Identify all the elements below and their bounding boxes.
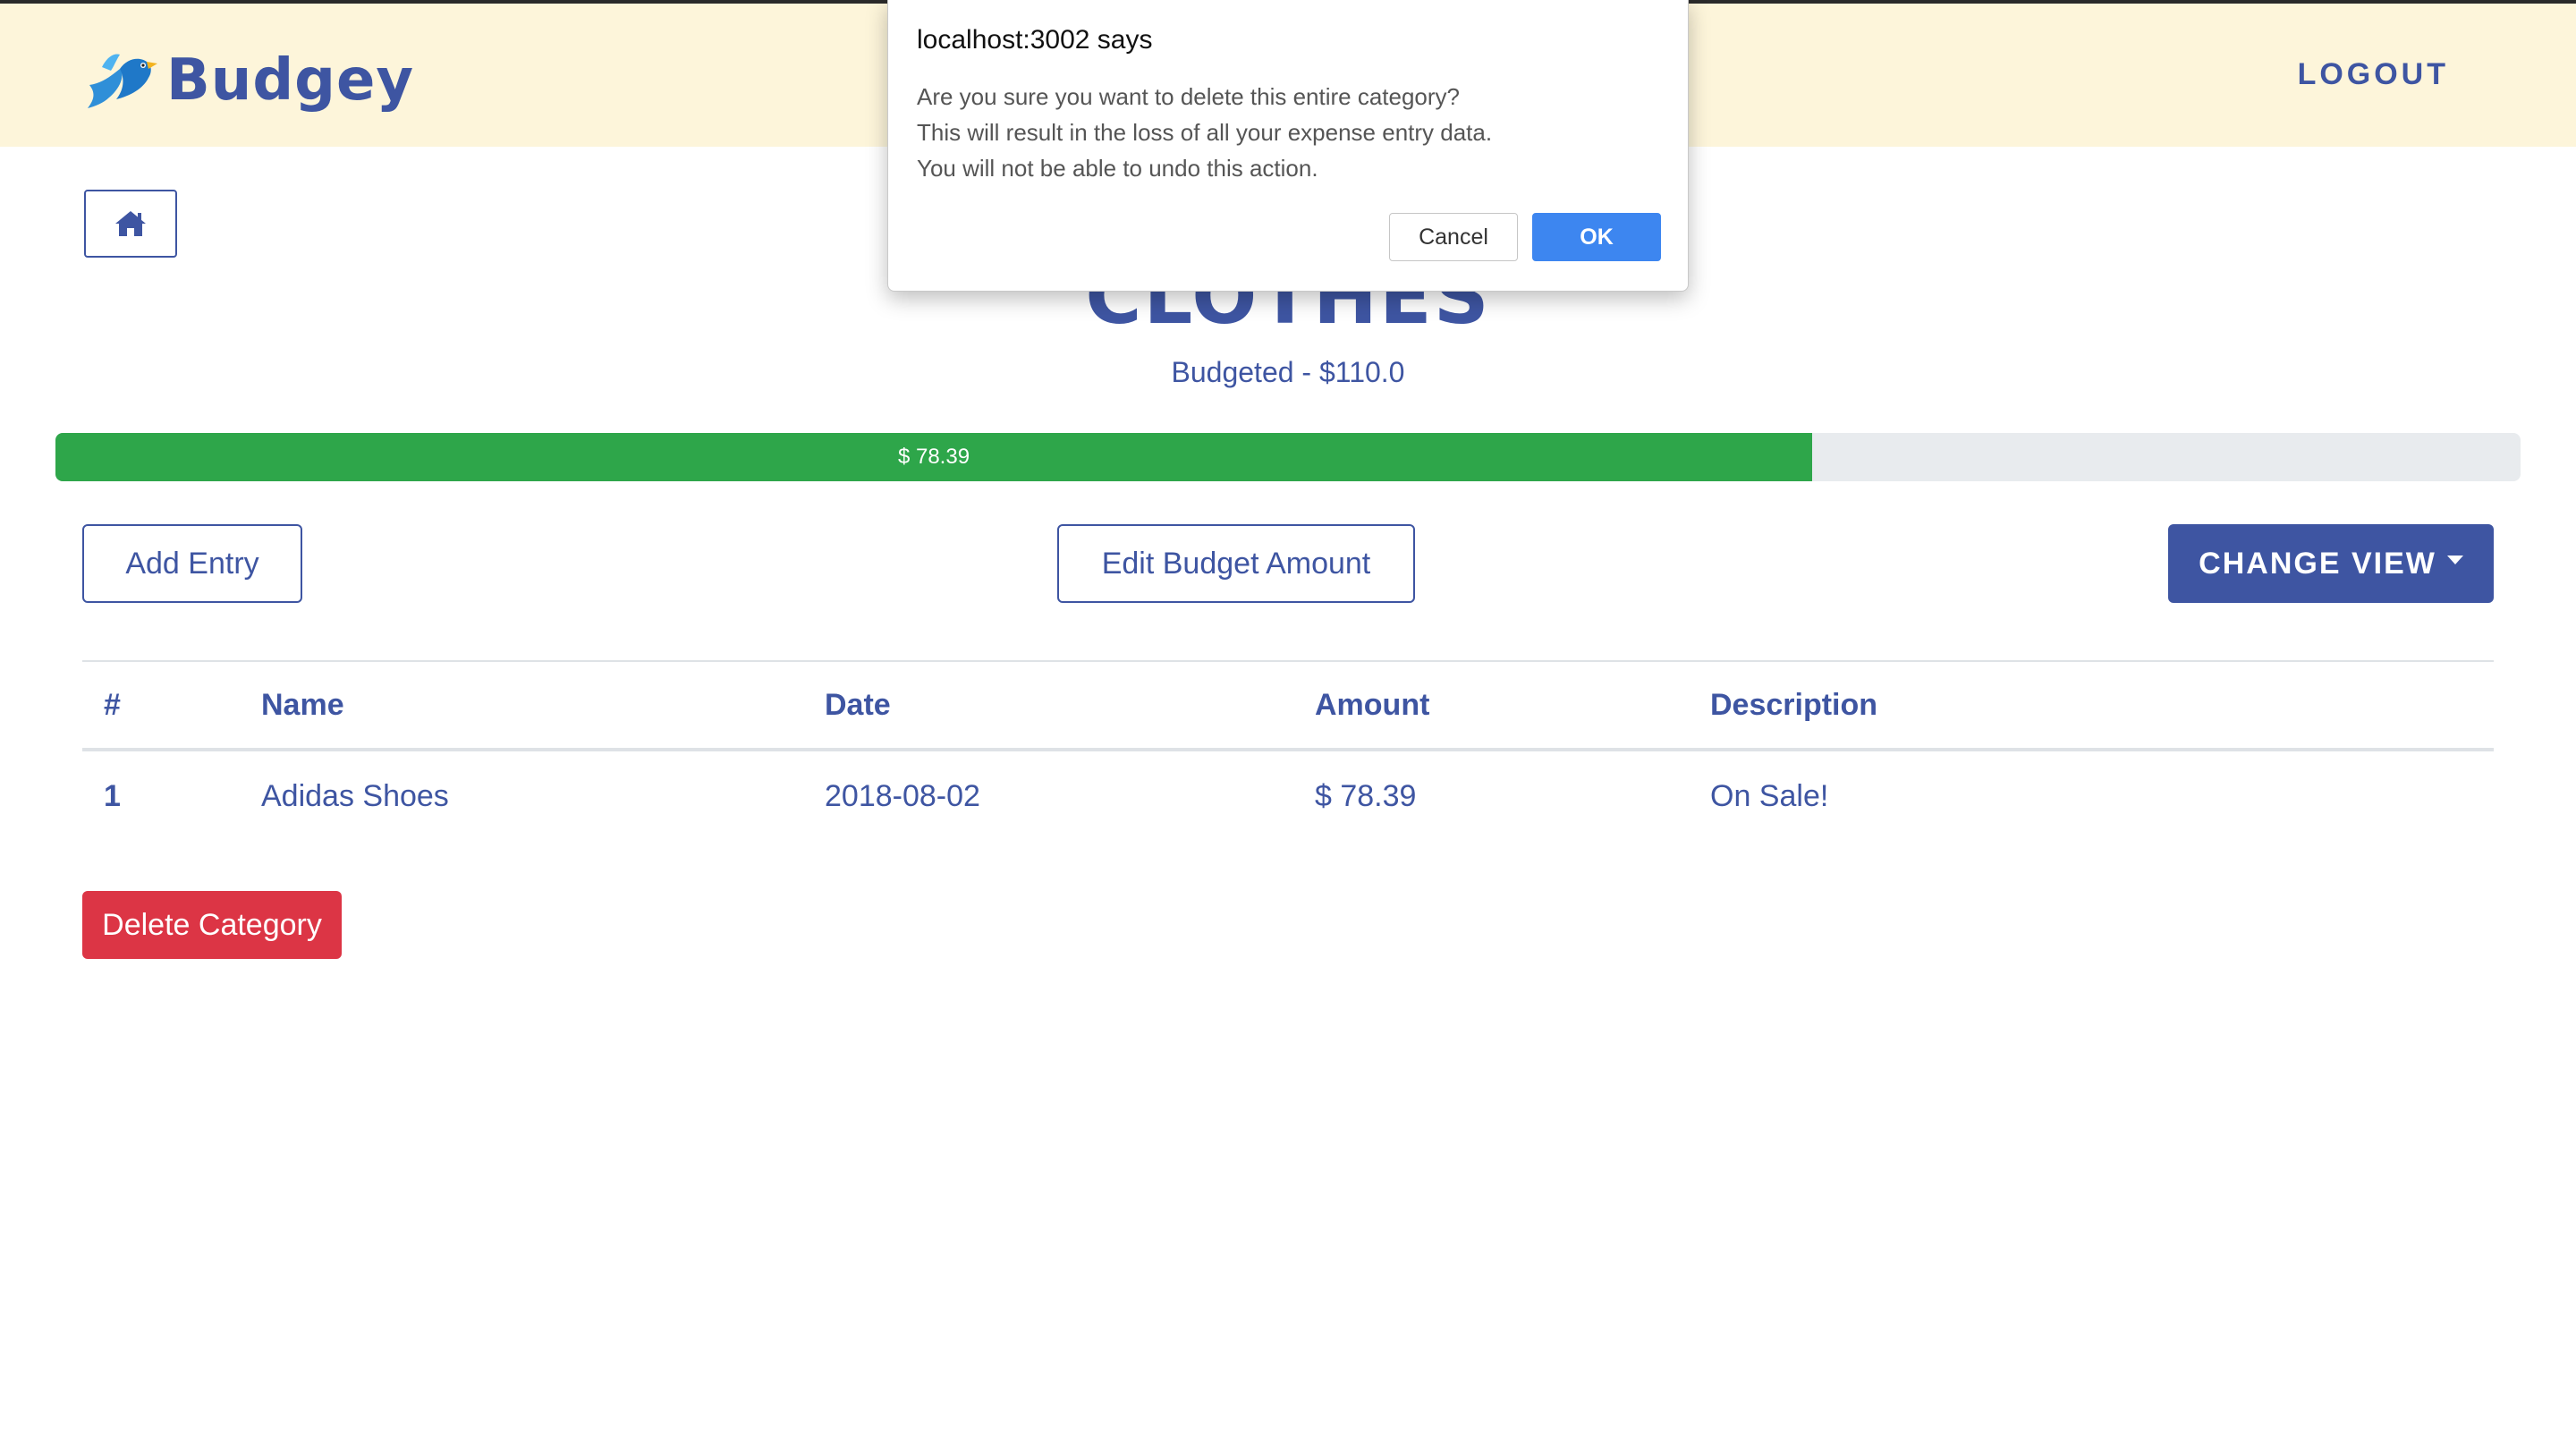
dialog-message-line: You will not be able to undo this action…: [917, 155, 1318, 182]
column-header-number: #: [104, 687, 121, 722]
change-view-label: CHANGE VIEW: [2199, 546, 2436, 581]
home-button[interactable]: [84, 190, 177, 258]
entry-amount: $ 78.39: [1315, 778, 1417, 813]
bird-logo-icon: [88, 54, 157, 108]
entry-name: Adidas Shoes: [261, 778, 449, 813]
edit-budget-button[interactable]: Edit Budget Amount: [1057, 524, 1415, 603]
progress-label: $ 78.39: [897, 445, 970, 469]
entry-description: On Sale!: [1710, 778, 1829, 813]
change-view-dropdown[interactable]: CHANGE VIEW: [2168, 524, 2494, 603]
caret-down-icon: [2446, 556, 2463, 564]
brand-name: Budgey: [166, 47, 415, 114]
table-row[interactable]: 1 Adidas Shoes 2018-08-02 $ 78.39 On Sal…: [82, 751, 2494, 841]
brand-link[interactable]: Budgey: [84, 43, 414, 118]
budget-progress-bar: $ 78.39: [55, 433, 2521, 481]
dialog-cancel-button[interactable]: Cancel: [1389, 213, 1518, 261]
page: Budgey LOGOUT CLOTHES Budgeted - $110.0 …: [0, 0, 2576, 1442]
dialog-message-line: This will result in the loss of all your…: [917, 119, 1493, 146]
entry-number: 1: [104, 778, 121, 813]
home-icon: [115, 211, 146, 236]
column-header-name: Name: [261, 687, 344, 722]
column-header-date: Date: [825, 687, 891, 722]
table-header-row: # Name Date Amount Description: [82, 662, 2494, 751]
add-entry-button[interactable]: Add Entry: [82, 524, 302, 603]
entry-date: 2018-08-02: [825, 778, 980, 813]
column-header-amount: Amount: [1315, 687, 1430, 722]
logout-link[interactable]: LOGOUT: [2298, 57, 2449, 92]
dialog-title: localhost:3002 says: [917, 25, 1153, 55]
dialog-message: Are you sure you want to delete this ent…: [917, 79, 1492, 186]
dialog-ok-button[interactable]: OK: [1532, 213, 1661, 261]
confirm-dialog: localhost:3002 says Are you sure you wan…: [887, 0, 1689, 292]
column-header-description: Description: [1710, 687, 1878, 722]
budgeted-amount: Budgeted - $110.0: [1171, 356, 1405, 388]
delete-category-button[interactable]: Delete Category: [82, 891, 342, 959]
dialog-message-line: Are you sure you want to delete this ent…: [917, 83, 1461, 110]
progress-fill: $ 78.39: [55, 433, 1813, 481]
entries-table: # Name Date Amount Description 1 Adidas …: [82, 660, 2494, 841]
